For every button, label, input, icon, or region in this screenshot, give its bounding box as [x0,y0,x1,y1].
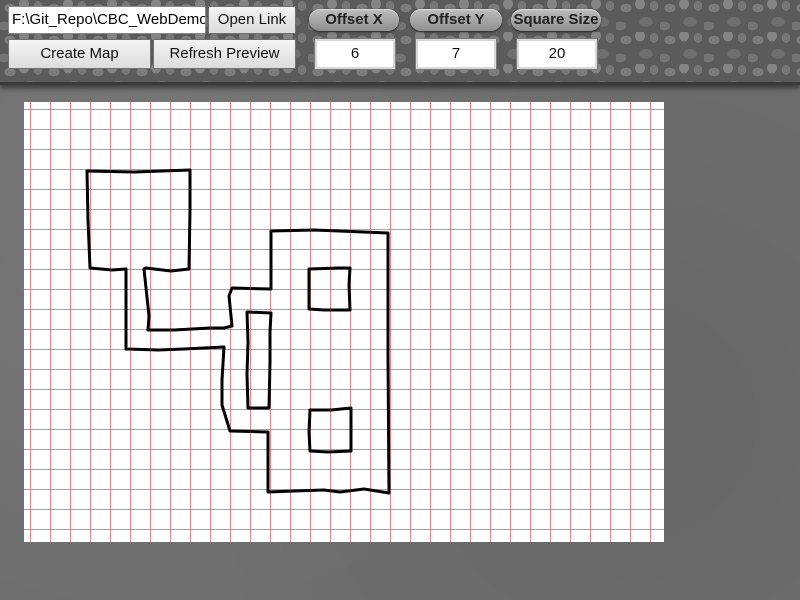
map-room-inner-top [307,266,352,312]
open-link-button[interactable]: Open Link [208,6,296,34]
create-map-button[interactable]: Create Map [8,39,151,69]
offset-y-input[interactable]: 7 [415,38,497,70]
map-preview [24,102,664,542]
square-size-label: Square Size [511,9,601,31]
toolbar: F:\Git_Repo\CBC_WebDemo Open Link Create… [0,0,800,85]
offset-y-label: Offset Y [410,9,502,31]
map-room-top-left [85,168,391,495]
offset-x-input[interactable]: 6 [314,38,396,70]
map-room-inner-bottom [307,406,353,454]
map-corridor-side [245,310,273,410]
path-input[interactable]: F:\Git_Repo\CBC_WebDemo [8,6,206,34]
offset-x-label: Offset X [309,9,399,31]
refresh-preview-button[interactable]: Refresh Preview [153,39,296,69]
map-drawing [85,168,391,495]
square-size-input[interactable]: 20 [516,38,598,70]
